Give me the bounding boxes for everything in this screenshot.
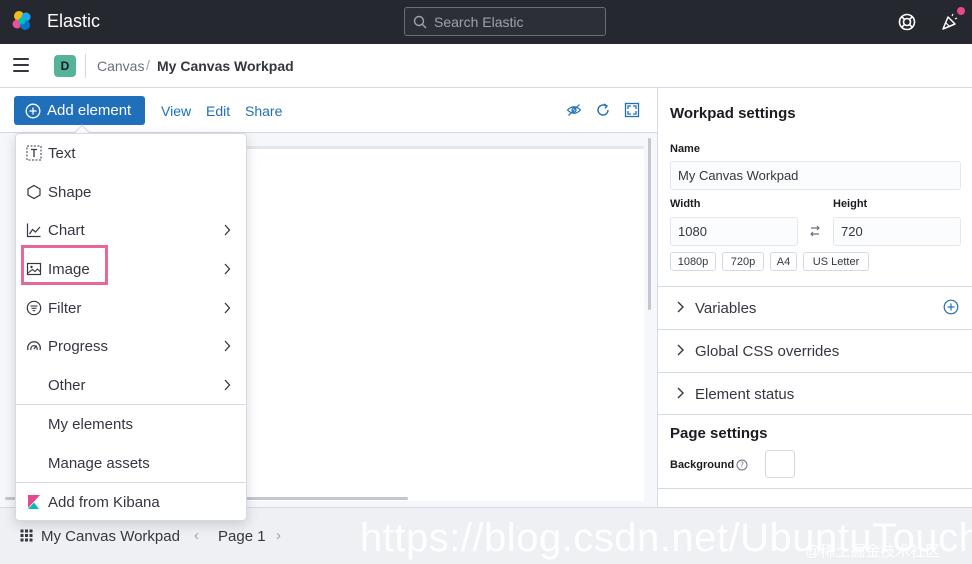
- menu-item-other[interactable]: Other: [16, 366, 246, 404]
- filter-icon: [26, 300, 42, 316]
- menu-item-label: Manage assets: [48, 455, 150, 472]
- chevron-right-icon: [224, 340, 231, 352]
- menu-item-my-elements[interactable]: My elements: [16, 405, 246, 443]
- annotation-highlight-box: [21, 245, 108, 285]
- name-field[interactable]: My Canvas Workpad: [670, 161, 961, 190]
- add-element-menu: Text Shape Chart Image Filter Progress O…: [15, 133, 247, 521]
- global-css-accordion[interactable]: Global CSS overrides: [658, 329, 972, 372]
- preset-1080p-button[interactable]: 1080p: [670, 252, 716, 271]
- menu-item-filter[interactable]: Filter: [16, 289, 246, 327]
- sidebar-settings-panel: Workpad settings Name My Canvas Workpad …: [657, 88, 972, 507]
- add-element-label: Add element: [47, 102, 132, 119]
- breadcrumb-bar: D Canvas / My Canvas Workpad: [0, 44, 972, 88]
- breadcrumb-separator: /: [146, 57, 150, 73]
- svg-text:?: ?: [740, 461, 744, 470]
- menu-item-label: Text: [48, 145, 76, 162]
- vertical-scrollbar[interactable]: [648, 138, 651, 310]
- newsfeed-party-icon[interactable]: [940, 12, 960, 32]
- chevron-right-icon: [677, 344, 684, 356]
- swap-dimensions-icon[interactable]: [808, 224, 822, 238]
- search-placeholder: Search Elastic: [434, 13, 524, 30]
- search-icon: [413, 15, 427, 28]
- share-menu-link[interactable]: Share: [245, 103, 282, 119]
- divider: [658, 414, 972, 415]
- refresh-icon[interactable]: [595, 102, 611, 118]
- workpad-toolbar: Add element View Edit Share: [0, 88, 657, 133]
- menu-item-label: Shape: [48, 184, 92, 201]
- name-label: Name: [670, 143, 700, 155]
- footer-workpad-title[interactable]: My Canvas Workpad: [41, 528, 180, 545]
- elastic-logo-icon[interactable]: [11, 10, 33, 32]
- chevron-right-icon: [224, 379, 231, 391]
- divider: [85, 54, 86, 78]
- menu-item-label: Filter: [48, 300, 82, 317]
- space-avatar[interactable]: D: [54, 55, 76, 77]
- menu-item-label: Add from Kibana: [48, 494, 160, 511]
- height-label: Height: [833, 198, 868, 210]
- chevron-right-icon: [224, 302, 231, 314]
- breadcrumb-workpad: My Canvas Workpad: [157, 58, 294, 74]
- search-input[interactable]: Search Elastic: [404, 7, 606, 36]
- grid-icon[interactable]: [20, 529, 33, 542]
- page-settings-title: Page settings: [670, 425, 768, 442]
- variables-label: Variables: [695, 300, 757, 317]
- menu-item-chart[interactable]: Chart: [16, 211, 246, 249]
- watermark-credit: @稀土掘金技术社区: [805, 543, 941, 560]
- question-circle-icon[interactable]: ?: [736, 459, 748, 471]
- edit-menu-link[interactable]: Edit: [206, 103, 230, 119]
- menu-item-label: My elements: [48, 416, 134, 433]
- previous-page-button[interactable]: ‹: [194, 527, 199, 544]
- page-indicator[interactable]: Page 1: [218, 528, 266, 545]
- fullscreen-icon[interactable]: [624, 102, 640, 118]
- menu-item-label: Chart: [48, 222, 85, 239]
- width-field[interactable]: 1080: [670, 217, 798, 246]
- chart-icon: [26, 223, 41, 238]
- chevron-right-icon: [677, 387, 684, 399]
- menu-hamburger-icon[interactable]: [13, 58, 29, 72]
- menu-item-manage-assets[interactable]: Manage assets: [16, 444, 246, 482]
- element-status-label: Element status: [695, 386, 795, 403]
- plus-circle-icon: [25, 103, 41, 118]
- element-status-accordion[interactable]: Element status: [658, 372, 972, 415]
- workpad-settings-title: Workpad settings: [670, 105, 796, 122]
- global-css-label: Global CSS overrides: [695, 343, 840, 360]
- menu-item-shape[interactable]: Shape: [16, 173, 246, 211]
- background-color-picker[interactable]: [765, 450, 795, 478]
- hexagon-icon: [27, 184, 41, 200]
- chevron-right-icon: [677, 301, 684, 313]
- gauge-icon: [27, 341, 41, 351]
- preset-us-letter-button[interactable]: US Letter: [803, 252, 869, 271]
- chevron-right-icon: [224, 263, 231, 275]
- help-lifebuoy-icon[interactable]: [897, 12, 917, 32]
- height-field[interactable]: 720: [833, 217, 961, 246]
- width-label: Width: [670, 198, 701, 210]
- top-nav-bar: Elastic Search Elastic: [0, 0, 972, 44]
- menu-item-progress[interactable]: Progress: [16, 327, 246, 365]
- add-element-button[interactable]: Add element: [14, 96, 145, 125]
- workpad-page[interactable]: [246, 146, 644, 501]
- preset-a4-button[interactable]: A4: [770, 252, 797, 271]
- brand-name[interactable]: Elastic: [47, 11, 100, 32]
- menu-item-text[interactable]: Text: [16, 134, 246, 172]
- text-icon: [26, 145, 42, 161]
- background-label: Background: [670, 459, 735, 471]
- menu-item-label: Other: [48, 377, 86, 394]
- preset-720p-button[interactable]: 720p: [722, 252, 764, 271]
- chevron-right-icon: [224, 224, 231, 236]
- kibana-logo-icon: [28, 495, 40, 509]
- add-variable-icon[interactable]: [943, 299, 959, 315]
- menu-item-label: Progress: [48, 338, 109, 355]
- notification-dot: [957, 7, 965, 15]
- next-page-button[interactable]: ›: [276, 527, 281, 544]
- breadcrumb-canvas[interactable]: Canvas: [97, 58, 144, 74]
- divider: [658, 488, 972, 489]
- variables-accordion[interactable]: Variables: [658, 286, 972, 329]
- eye-closed-icon[interactable]: [566, 102, 582, 118]
- menu-item-add-from-kibana[interactable]: Add from Kibana: [16, 483, 246, 521]
- view-menu-link[interactable]: View: [161, 103, 191, 119]
